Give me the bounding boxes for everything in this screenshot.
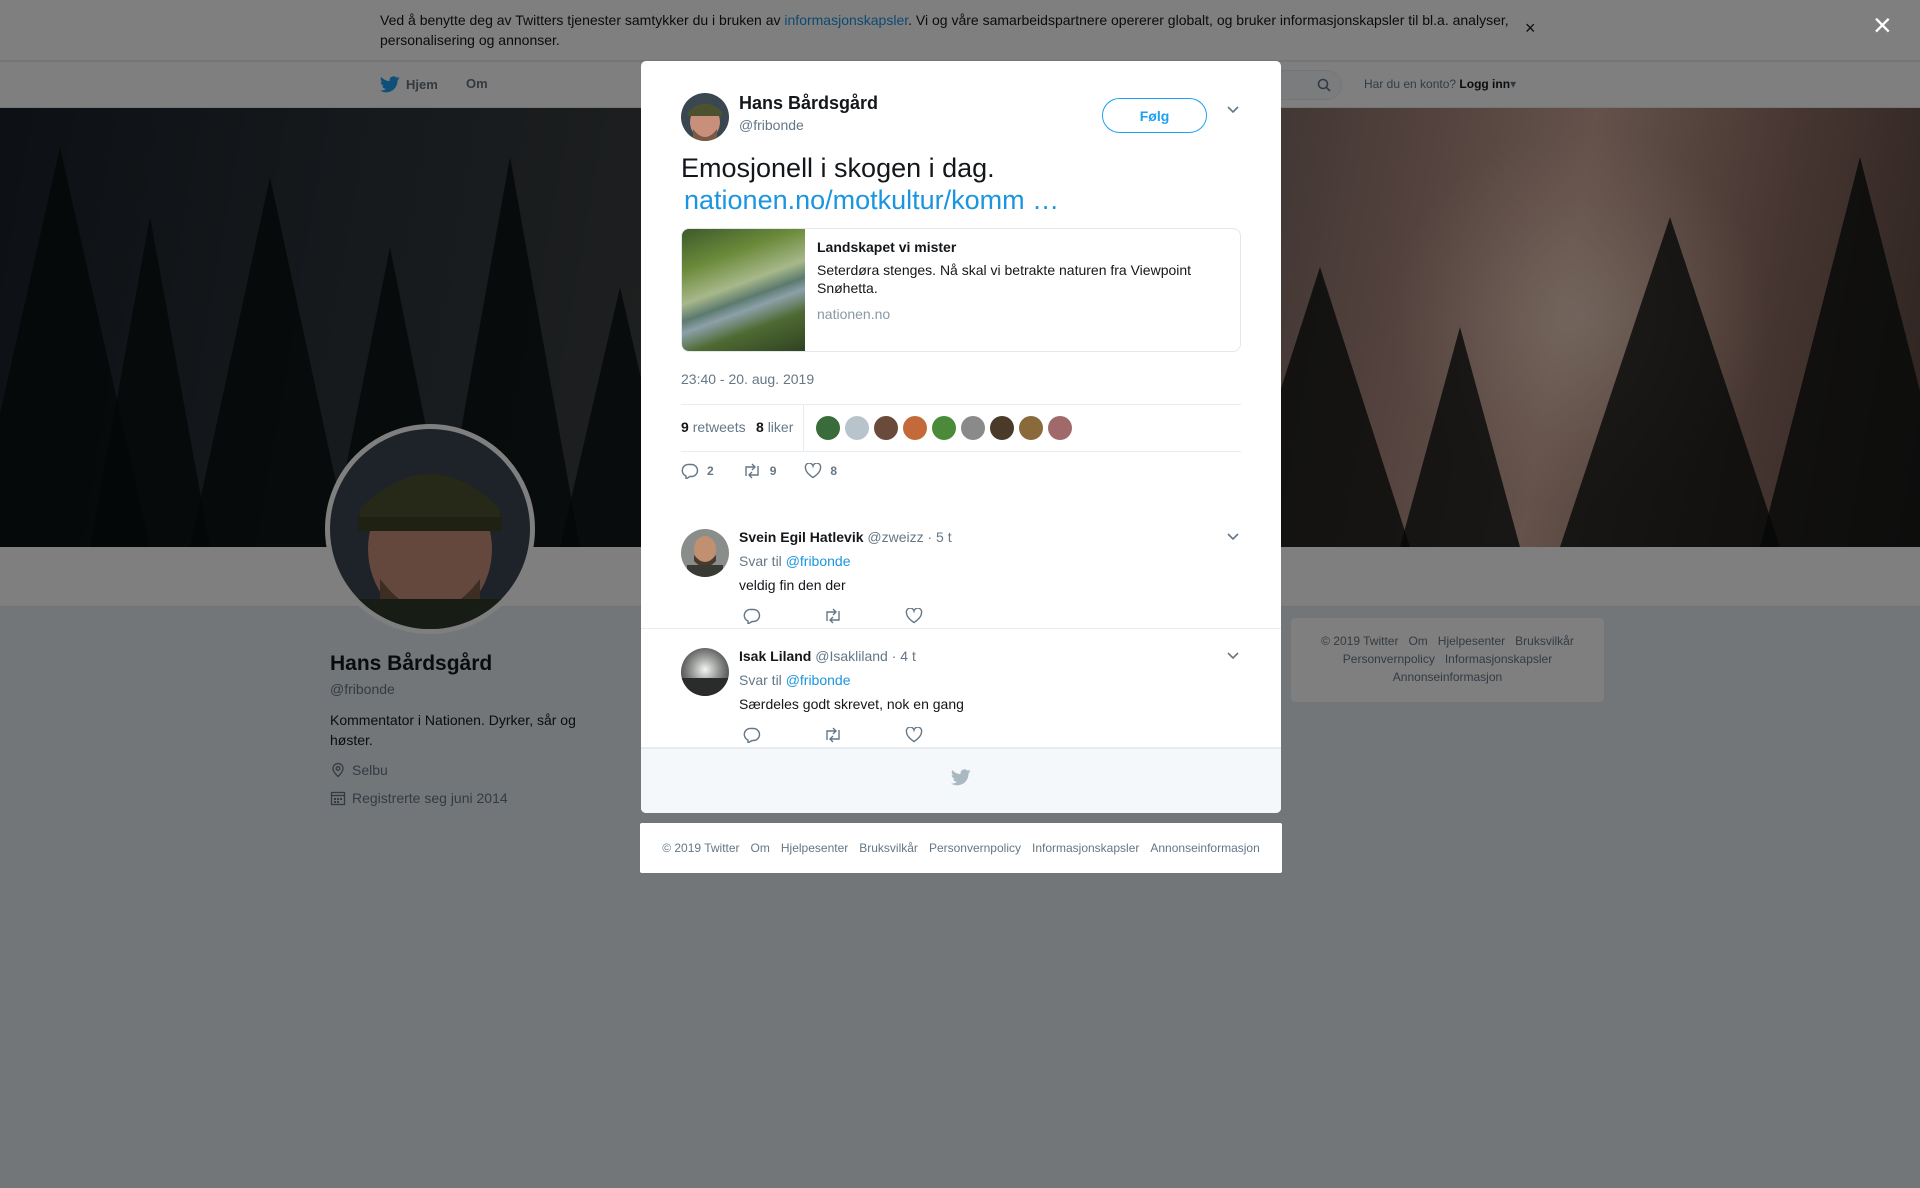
chevron-down-icon[interactable] [1226,532,1240,542]
reply-to-label: Svar til [739,672,782,688]
tweet-author-avatar[interactable] [681,93,729,141]
footer-link-cookies[interactable]: Informasjonskapsler [1032,841,1139,855]
twitter-bird-icon [951,769,971,786]
liker-avatar[interactable] [1048,416,1072,440]
liker-avatar[interactable] [961,416,985,440]
tweet-stats: 9 retweets 8 liker [681,404,1241,452]
retweet-icon [744,463,759,479]
liker-avatars [816,416,1072,440]
reply-text: veldig fin den der [739,577,846,593]
like-action[interactable]: 8 [804,463,837,479]
liker-avatar[interactable] [990,416,1014,440]
like-stat[interactable]: 8 liker [756,419,793,435]
liker-avatar[interactable] [816,416,840,440]
footer-link-ads[interactable]: Annonseinformasjon [1150,841,1259,855]
reply-avatar[interactable] [681,648,729,696]
footer-link-privacy[interactable]: Personvernpolicy [929,841,1021,855]
chevron-down-icon[interactable] [1226,105,1240,115]
like-count: 8 [756,419,764,435]
reply-time[interactable]: · 4 t [892,648,916,664]
retweet-label: retweets [692,419,746,435]
tweet-timestamp[interactable]: 23:40 - 20. aug. 2019 [681,371,814,387]
reply-author-handle[interactable]: @zweizz [867,529,923,545]
reply-to: Svar til @fribonde [739,553,851,569]
retweet-action-count: 9 [769,464,777,478]
card-description: Seterdøra stenges. Nå skal vi betrakte n… [817,262,1192,296]
footer-link-about[interactable]: Om [751,841,770,855]
reply-time[interactable]: · 5 t [928,529,952,545]
tweet-modal: Hans Bårdsgård @fribonde Følg Emosjonell… [641,61,1281,813]
chevron-down-icon[interactable] [1226,651,1240,661]
heart-icon [805,463,822,479]
like-label: liker [767,419,794,435]
reply-icon[interactable] [743,608,761,624]
reply-mention-link[interactable]: @fribonde [786,553,851,569]
reply-actions [743,727,923,743]
retweet-action[interactable]: 9 [742,463,777,479]
follow-button[interactable]: Følg [1102,98,1207,133]
modal-footer [641,748,1281,813]
heart-icon[interactable] [905,727,923,743]
reply-header: Isak Liland @Isakliland · 4 t [739,648,916,664]
reply-mention-link[interactable]: @fribonde [786,672,851,688]
card-domain: nationen.no [817,306,891,322]
reply-to: Svar til @fribonde [739,672,851,688]
reply-actions [743,608,923,624]
tweet-author-handle[interactable]: @fribonde [739,117,804,133]
retweet-icon[interactable] [823,727,843,743]
reply-author-name[interactable]: Svein Egil Hatlevik [739,529,864,545]
tweet-actions: 2 9 8 [681,463,865,479]
reply-tweet[interactable]: Svein Egil Hatlevik @zweizz · 5 t Svar t… [641,510,1281,629]
liker-avatar[interactable] [845,416,869,440]
reply-author-handle[interactable]: @Isakliland [815,648,888,664]
reply-to-label: Svar til [739,553,782,569]
tweet-author-name[interactable]: Hans Bårdsgård [739,93,878,114]
tweet-author-avatar-image [681,93,729,141]
footer-link-terms[interactable]: Bruksvilkår [859,841,918,855]
footer-copyright: © 2019 Twitter [662,841,740,855]
reply-tweet[interactable]: Isak Liland @Isakliland · 4 t Svar til @… [641,629,1281,748]
reply-count: 2 [707,464,714,478]
liker-avatar[interactable] [932,416,956,440]
link-preview-card[interactable]: Landskapet vi mister Seterdøra stenges. … [681,228,1241,352]
heart-icon[interactable] [905,608,923,624]
retweet-stat[interactable]: 9 retweets [681,419,746,435]
close-icon[interactable]: × [1873,9,1892,41]
reply-action[interactable]: 2 [681,463,714,479]
card-title: Landskapet vi mister [817,239,957,255]
card-image [682,229,805,351]
retweet-count: 9 [681,419,689,435]
tweet-link[interactable]: nationen.no/motkultur/komm … [684,184,1059,216]
liker-avatar[interactable] [903,416,927,440]
reply-avatar[interactable] [681,529,729,577]
liker-avatar[interactable] [874,416,898,440]
reply-header: Svein Egil Hatlevik @zweizz · 5 t [739,529,952,545]
footer-link-help[interactable]: Hjelpesenter [781,841,848,855]
tweet-text: Emosjonell i skogen i dag. [681,153,995,183]
like-action-count: 8 [830,464,838,478]
reply-avatar-image [681,648,729,696]
reply-text: Særdeles godt skrevet, nok en gang [739,696,964,712]
reply-icon[interactable] [743,727,761,743]
liker-avatar[interactable] [1019,416,1043,440]
retweet-icon[interactable] [823,608,843,624]
reply-icon [681,463,699,479]
stats-divider [803,405,804,451]
modal-bottom-footer: © 2019 Twitter Om Hjelpesenter Bruksvilk… [640,823,1282,873]
reply-avatar-image [681,529,729,577]
reply-author-name[interactable]: Isak Liland [739,648,811,664]
